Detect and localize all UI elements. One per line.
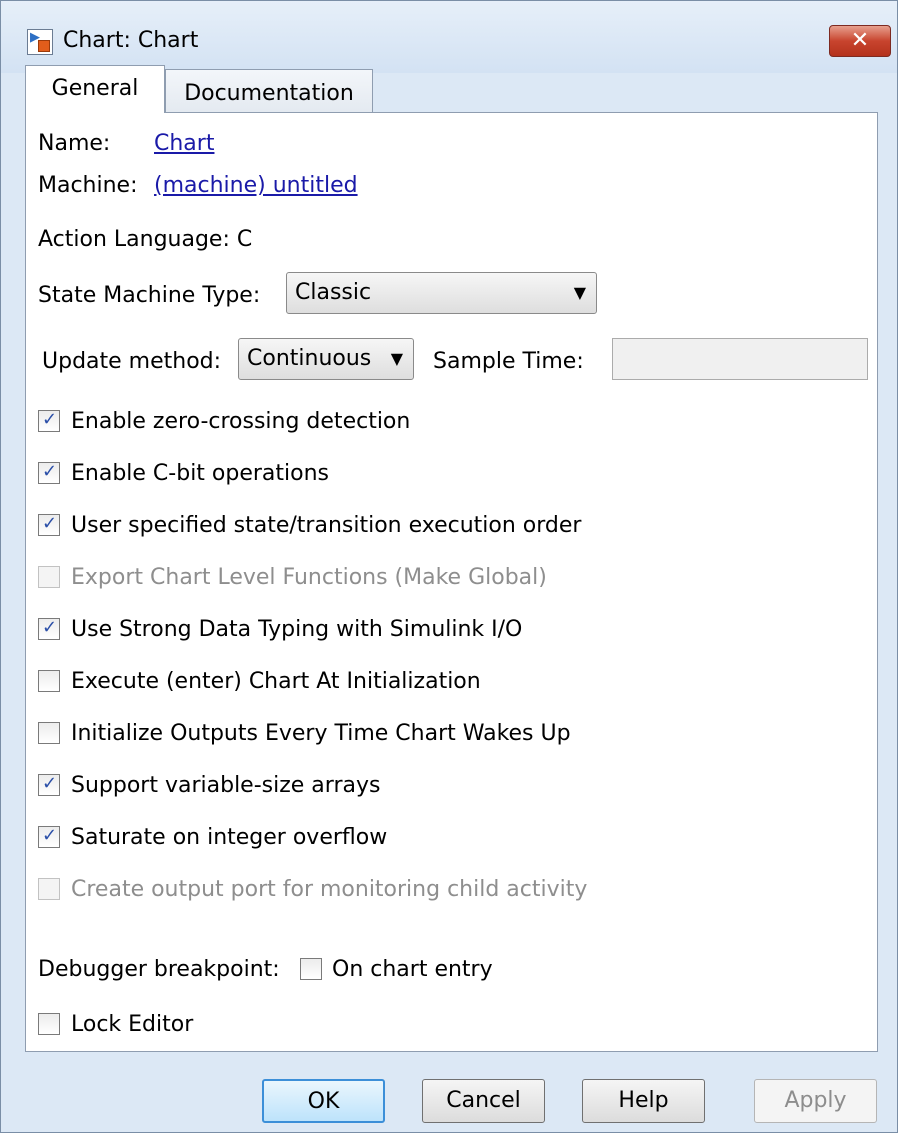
export-functions-label: Export Chart Level Functions (Make Globa… (71, 565, 547, 590)
saturate-overflow-label: Saturate on integer overflow (71, 825, 388, 850)
on-chart-entry-checkbox[interactable] (300, 958, 322, 980)
execution-order-label: User specified state/transition executio… (71, 513, 582, 538)
on-chart-entry-label: On chart entry (332, 957, 493, 982)
initialize-outputs-checkbox[interactable] (38, 722, 60, 744)
chevron-down-icon: ▼ (390, 349, 403, 368)
variable-size-arrays-checkbox[interactable]: ✓ (38, 773, 60, 796)
cancel-button[interactable]: Cancel (422, 1079, 545, 1123)
state-machine-type-label: State Machine Type: (38, 283, 261, 308)
ok-button[interactable]: OK (262, 1079, 385, 1123)
update-method-label: Update method: (42, 349, 222, 374)
machine-link[interactable]: (machine) untitled (154, 173, 358, 198)
dialog-window: ▶ Chart: Chart ✕ General Documentation N… (0, 0, 898, 1133)
close-button[interactable]: ✕ (829, 25, 891, 57)
update-method-value: Continuous (247, 346, 372, 371)
sample-time-label: Sample Time: (433, 349, 584, 374)
title-bar: ▶ Chart: Chart ✕ (1, 1, 897, 73)
export-functions-checkbox (38, 566, 60, 588)
c-bit-operations-label: Enable C-bit operations (71, 461, 330, 486)
general-panel: Name: Chart Machine: (machine) untitled … (25, 112, 878, 1052)
update-method-dropdown[interactable]: Continuous ▼ (238, 338, 414, 380)
zero-crossing-checkbox[interactable]: ✓ (38, 409, 60, 432)
saturate-overflow-checkbox[interactable]: ✓ (38, 825, 60, 848)
name-label: Name: (38, 131, 111, 156)
debugger-breakpoint-label: Debugger breakpoint: (38, 957, 280, 982)
apply-button: Apply (754, 1079, 877, 1123)
lock-editor-checkbox[interactable] (38, 1013, 60, 1035)
action-language-text: Action Language: C (38, 227, 253, 252)
state-machine-type-value: Classic (295, 280, 372, 305)
execute-at-init-checkbox[interactable] (38, 670, 60, 692)
child-activity-checkbox (38, 878, 60, 900)
child-activity-label: Create output port for monitoring child … (71, 877, 588, 902)
lock-editor-label: Lock Editor (71, 1012, 194, 1037)
c-bit-operations-checkbox[interactable]: ✓ (38, 461, 60, 484)
tab-general[interactable]: General (25, 65, 165, 113)
execute-at-init-label: Execute (enter) Chart At Initialization (71, 669, 481, 694)
machine-label: Machine: (38, 173, 138, 198)
name-link[interactable]: Chart (154, 131, 214, 156)
strong-data-typing-checkbox[interactable]: ✓ (38, 617, 60, 640)
sample-time-input[interactable] (612, 338, 868, 380)
window-title: Chart: Chart (63, 28, 199, 53)
chart-app-icon: ▶ (27, 29, 53, 55)
initialize-outputs-label: Initialize Outputs Every Time Chart Wake… (71, 721, 571, 746)
zero-crossing-label: Enable zero-crossing detection (71, 409, 411, 434)
strong-data-typing-label: Use Strong Data Typing with Simulink I/O (71, 617, 523, 642)
help-button[interactable]: Help (582, 1079, 705, 1123)
variable-size-arrays-label: Support variable-size arrays (71, 773, 381, 798)
state-machine-type-dropdown[interactable]: Classic ▼ (286, 272, 597, 314)
tab-documentation[interactable]: Documentation (165, 69, 373, 115)
execution-order-checkbox[interactable]: ✓ (38, 513, 60, 536)
chevron-down-icon: ▼ (573, 283, 586, 302)
